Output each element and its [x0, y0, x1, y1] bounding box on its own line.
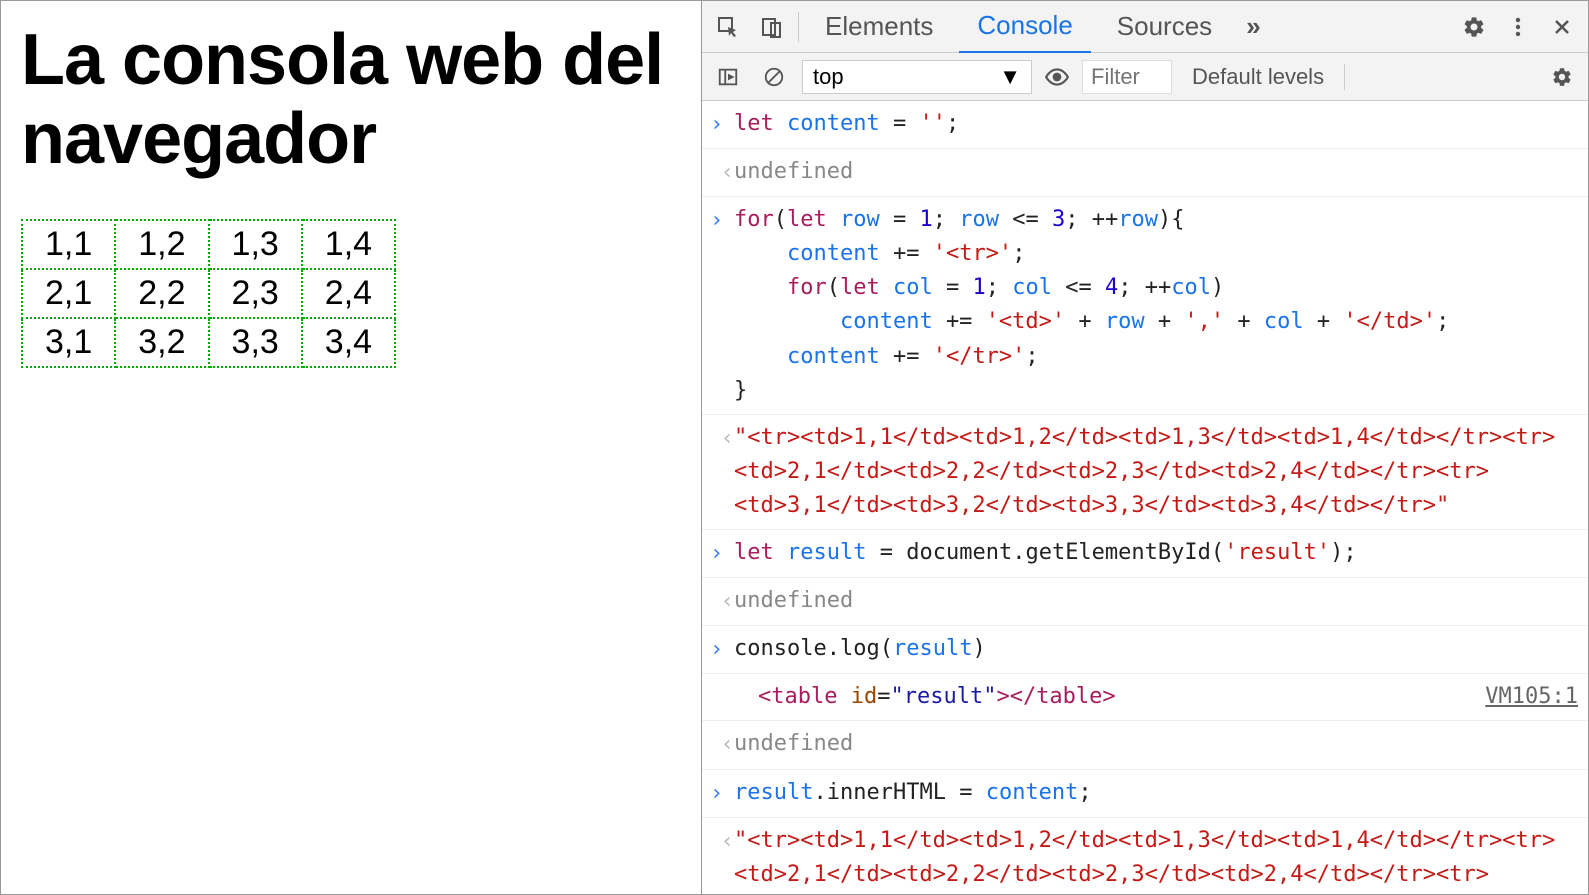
table-cell: 1,2 — [115, 220, 208, 269]
return-chevron-icon: › — [710, 421, 734, 523]
input-chevron-icon: › — [710, 203, 734, 408]
table-cell: 2,4 — [302, 269, 395, 318]
console-entry-content: undefined — [734, 584, 1578, 619]
device-toolbar-icon[interactable] — [754, 9, 790, 45]
input-chevron-icon: › — [710, 536, 734, 571]
tab-sources[interactable]: Sources — [1099, 1, 1230, 52]
console-entry: ›for(let row = 1; row <= 3; ++row){ cont… — [702, 197, 1588, 415]
log-gutter — [710, 680, 734, 714]
table-cell: 3,1 — [22, 318, 115, 367]
console-output[interactable]: ›let content = '';›undefined›for(let row… — [702, 101, 1588, 894]
execution-context-select[interactable]: top ▼ — [802, 60, 1032, 94]
chevron-down-icon: ▼ — [999, 64, 1021, 90]
input-chevron-icon: › — [710, 632, 734, 667]
close-icon[interactable] — [1544, 9, 1580, 45]
log-levels-select[interactable]: Default levels — [1182, 64, 1334, 90]
kebab-menu-icon[interactable] — [1500, 9, 1536, 45]
page-content: La consola web del navegador 1,11,21,31,… — [1, 1, 701, 894]
console-entry: ›console.log(result) — [702, 626, 1588, 674]
console-entry-content: <table id="result"></table> — [734, 680, 1475, 714]
console-entry-content: undefined — [734, 155, 1578, 190]
console-settings-icon[interactable] — [1544, 59, 1580, 95]
page-title: La consola web del navegador — [21, 21, 681, 179]
table-cell: 3,2 — [115, 318, 208, 367]
console-entry: ›"<tr><td>1,1</td><td>1,2</td><td>1,3</t… — [702, 415, 1588, 530]
console-entry: ›undefined — [702, 149, 1588, 197]
filter-input[interactable] — [1082, 60, 1172, 94]
console-entry-content: console.log(result) — [734, 632, 1578, 667]
console-entry: ›let result = document.getElementById('r… — [702, 530, 1588, 578]
table-cell: 3,3 — [209, 318, 302, 367]
tab-console[interactable]: Console — [959, 0, 1090, 54]
console-entry-content: let content = ''; — [734, 107, 1578, 142]
settings-icon[interactable] — [1456, 9, 1492, 45]
table-cell: 3,4 — [302, 318, 395, 367]
table-cell: 2,2 — [115, 269, 208, 318]
execution-context-value: top — [813, 64, 844, 90]
console-entry-content: for(let row = 1; row <= 3; ++row){ conte… — [734, 203, 1578, 408]
inspect-element-icon[interactable] — [710, 9, 746, 45]
return-chevron-icon: › — [710, 155, 734, 190]
console-entry-content: undefined — [734, 727, 1578, 762]
devtools-panel: Elements Console Sources » top ▼ Default — [701, 1, 1588, 894]
console-entry: ›"<tr><td>1,1</td><td>1,2</td><td>1,3</t… — [702, 818, 1588, 894]
tab-elements[interactable]: Elements — [807, 1, 951, 52]
return-chevron-icon: › — [710, 727, 734, 762]
table-cell: 1,3 — [209, 220, 302, 269]
table-cell: 1,1 — [22, 220, 115, 269]
input-chevron-icon: › — [710, 776, 734, 811]
console-sidebar-toggle-icon[interactable] — [710, 59, 746, 95]
live-expression-icon[interactable] — [1042, 62, 1072, 92]
table-cell: 1,4 — [302, 220, 395, 269]
return-chevron-icon: › — [710, 584, 734, 619]
console-entry-content: result.innerHTML = content; — [734, 776, 1578, 811]
console-entry: ›result.innerHTML = content; — [702, 770, 1588, 818]
console-toolbar: top ▼ Default levels — [702, 53, 1588, 101]
console-entry: ›let content = ''; — [702, 101, 1588, 149]
devtools-tabbar: Elements Console Sources » — [702, 1, 1588, 53]
console-entry-content: "<tr><td>1,1</td><td>1,2</td><td>1,3</td… — [734, 824, 1578, 894]
table-cell: 2,3 — [209, 269, 302, 318]
return-chevron-icon: › — [710, 824, 734, 894]
more-tabs-button[interactable]: » — [1238, 1, 1268, 52]
console-entry-content: let result = document.getElementById('re… — [734, 536, 1578, 571]
console-entry: ›undefined — [702, 721, 1588, 769]
console-entry: <table id="result"></table>VM105:1 — [702, 674, 1588, 721]
input-chevron-icon: › — [710, 107, 734, 142]
console-entry-content: "<tr><td>1,1</td><td>1,2</td><td>1,3</td… — [734, 421, 1578, 523]
console-entry: ›undefined — [702, 578, 1588, 626]
result-table: 1,11,21,31,4 2,12,22,32,4 3,13,23,33,4 — [21, 219, 396, 368]
clear-console-icon[interactable] — [756, 59, 792, 95]
console-source-link[interactable]: VM105:1 — [1475, 680, 1578, 714]
table-cell: 2,1 — [22, 269, 115, 318]
